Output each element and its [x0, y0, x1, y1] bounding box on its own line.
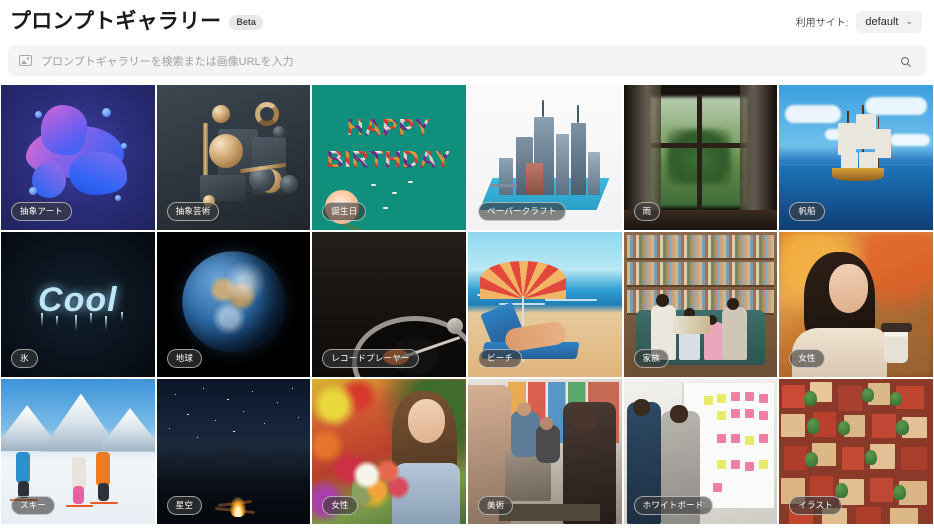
- app-header: プロンプトギャラリー Beta 利用サイト: default ⌄: [0, 0, 934, 43]
- gallery-tile[interactable]: 星空: [156, 379, 311, 524]
- tile-tag: イラスト: [789, 495, 842, 515]
- tile-tag: 帆船: [789, 201, 825, 221]
- birthday-text-line1: HAPPY: [312, 114, 466, 141]
- site-selector-value: default: [865, 15, 899, 28]
- tile-tag: 地球: [166, 348, 203, 368]
- tile-tag: ペーパークラフト: [478, 201, 566, 221]
- gallery-tile[interactable]: 女性: [312, 379, 466, 524]
- gallery-tile[interactable]: 家族: [623, 232, 778, 377]
- gallery-tile[interactable]: 抽象芸術: [156, 85, 311, 230]
- tile-tag: スキー: [11, 495, 56, 515]
- gallery-tile[interactable]: レコードプレーヤー: [312, 232, 466, 377]
- site-selector-label: 利用サイト:: [795, 18, 849, 29]
- search-input[interactable]: プロンプトギャラリーを検索または画像URLを入力: [41, 53, 894, 69]
- tile-tag: レコードプレーヤー: [322, 348, 419, 368]
- ice-text: Cool: [38, 281, 118, 320]
- tile-tag: 女性: [322, 495, 358, 515]
- gallery-tile[interactable]: 抽象アート: [1, 85, 155, 230]
- gallery-tile[interactable]: ペーパークラフト: [468, 85, 622, 230]
- search-bar[interactable]: プロンプトギャラリーを検索または画像URLを入力: [8, 45, 926, 76]
- chevron-down-icon: ⌄: [905, 16, 913, 26]
- gallery-tile[interactable]: 女性: [779, 232, 933, 377]
- image-icon: [19, 55, 32, 66]
- gallery-tile[interactable]: ビーチ: [468, 232, 622, 377]
- birthday-text-line2: BIRTHDAY: [312, 146, 466, 173]
- tile-tag: 抽象芸術: [166, 201, 220, 221]
- search-section: プロンプトギャラリーを検索または画像URLを入力: [0, 43, 934, 85]
- beta-badge: Beta: [229, 15, 263, 30]
- gallery-tile[interactable]: 美術: [468, 379, 622, 524]
- gallery-grid: 抽象アート 抽象芸術 HAPPY BIRTHDAY 誕生日 ペーパークラフト 雨…: [0, 85, 934, 524]
- tile-tag: ホワイトボード: [633, 495, 713, 515]
- page-title: プロンプトギャラリー: [10, 10, 222, 33]
- gallery-tile[interactable]: イラスト: [779, 379, 933, 524]
- gallery-tile[interactable]: HAPPY BIRTHDAY 誕生日: [312, 85, 466, 230]
- tile-tag: 美術: [478, 495, 514, 515]
- gallery-tile[interactable]: 帆船: [779, 85, 933, 230]
- gallery-tile[interactable]: Cool 氷: [1, 232, 155, 377]
- tile-tag: 家族: [633, 348, 670, 368]
- tile-tag: 抽象アート: [11, 201, 72, 221]
- gallery-tile[interactable]: 地球: [156, 232, 311, 377]
- site-selector-dropdown[interactable]: default ⌄: [856, 10, 922, 33]
- search-button[interactable]: [894, 50, 916, 72]
- tile-tag: ビーチ: [478, 348, 523, 368]
- tile-tag: 星空: [166, 495, 203, 515]
- tile-tag: 誕生日: [322, 201, 367, 221]
- search-icon: [901, 56, 909, 65]
- gallery-tile[interactable]: スキー: [1, 379, 155, 524]
- tile-tag: 氷: [11, 348, 38, 368]
- gallery-tile[interactable]: ホワイトボード: [623, 379, 778, 524]
- tile-tag: 雨: [633, 201, 661, 221]
- tile-tag: 女性: [789, 348, 825, 368]
- gallery-tile[interactable]: 雨: [623, 85, 778, 230]
